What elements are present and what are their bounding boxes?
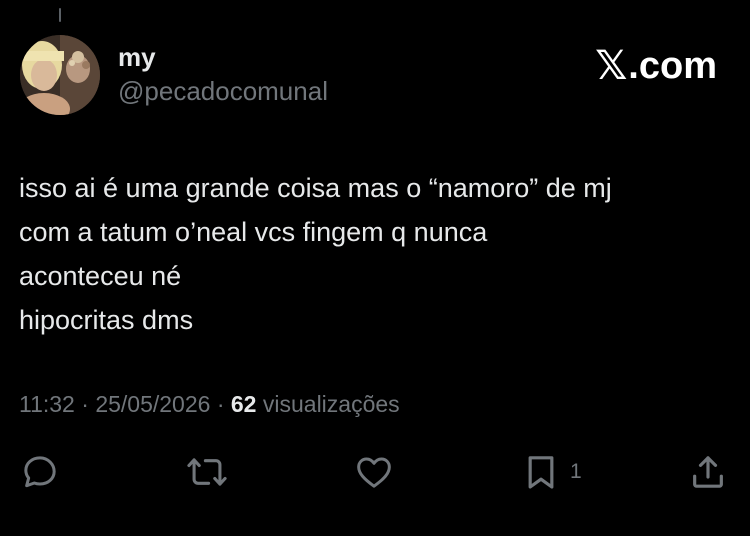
- user-handle[interactable]: @pecadocomunal: [118, 76, 328, 106]
- tweet-time[interactable]: 11:32: [19, 391, 75, 417]
- repost-icon: [187, 458, 227, 486]
- tweet-text-line: hipocritas dms: [19, 305, 194, 335]
- tweet-text-line: aconteceu né: [19, 261, 182, 291]
- tweet-text: isso ai é uma grande coisa mas o “namoro…: [19, 166, 729, 342]
- views-count[interactable]: 62: [231, 391, 257, 417]
- meta-separator: ·: [216, 391, 225, 417]
- share-button[interactable]: [688, 450, 728, 494]
- speech-bubble-icon: [24, 456, 56, 488]
- brand-domain: .com: [628, 45, 717, 87]
- action-bar: 1: [0, 450, 750, 494]
- meta-separator: ·: [81, 391, 89, 417]
- avatar-image: [20, 35, 100, 115]
- tweet-date[interactable]: 25/05/2026: [95, 391, 210, 417]
- avatar[interactable]: [20, 35, 100, 115]
- tweet-text-line: com a tatum o’neal vcs fingem q nunca: [19, 217, 488, 247]
- share-upload-icon: [693, 456, 723, 488]
- views-label[interactable]: visualizações: [263, 391, 400, 417]
- like-button[interactable]: [354, 450, 394, 494]
- tweet-metadata: 11:32 · 25/05/2026 · 62 visualizações: [19, 389, 400, 419]
- display-name[interactable]: my: [118, 42, 156, 72]
- reply-button[interactable]: [20, 450, 60, 494]
- x-logo-icon: 𝕏: [595, 43, 628, 89]
- bookmark-count: 1: [570, 460, 582, 483]
- thread-connector-line: [59, 8, 61, 22]
- heart-icon: [357, 457, 391, 488]
- bookmark-icon: [528, 456, 554, 489]
- tweet-text-line: isso ai é uma grande coisa mas o “namoro…: [19, 173, 612, 203]
- bookmark-button[interactable]: 1: [522, 450, 582, 494]
- repost-button[interactable]: [186, 450, 228, 494]
- x-com-watermark: 𝕏 .com: [595, 44, 717, 88]
